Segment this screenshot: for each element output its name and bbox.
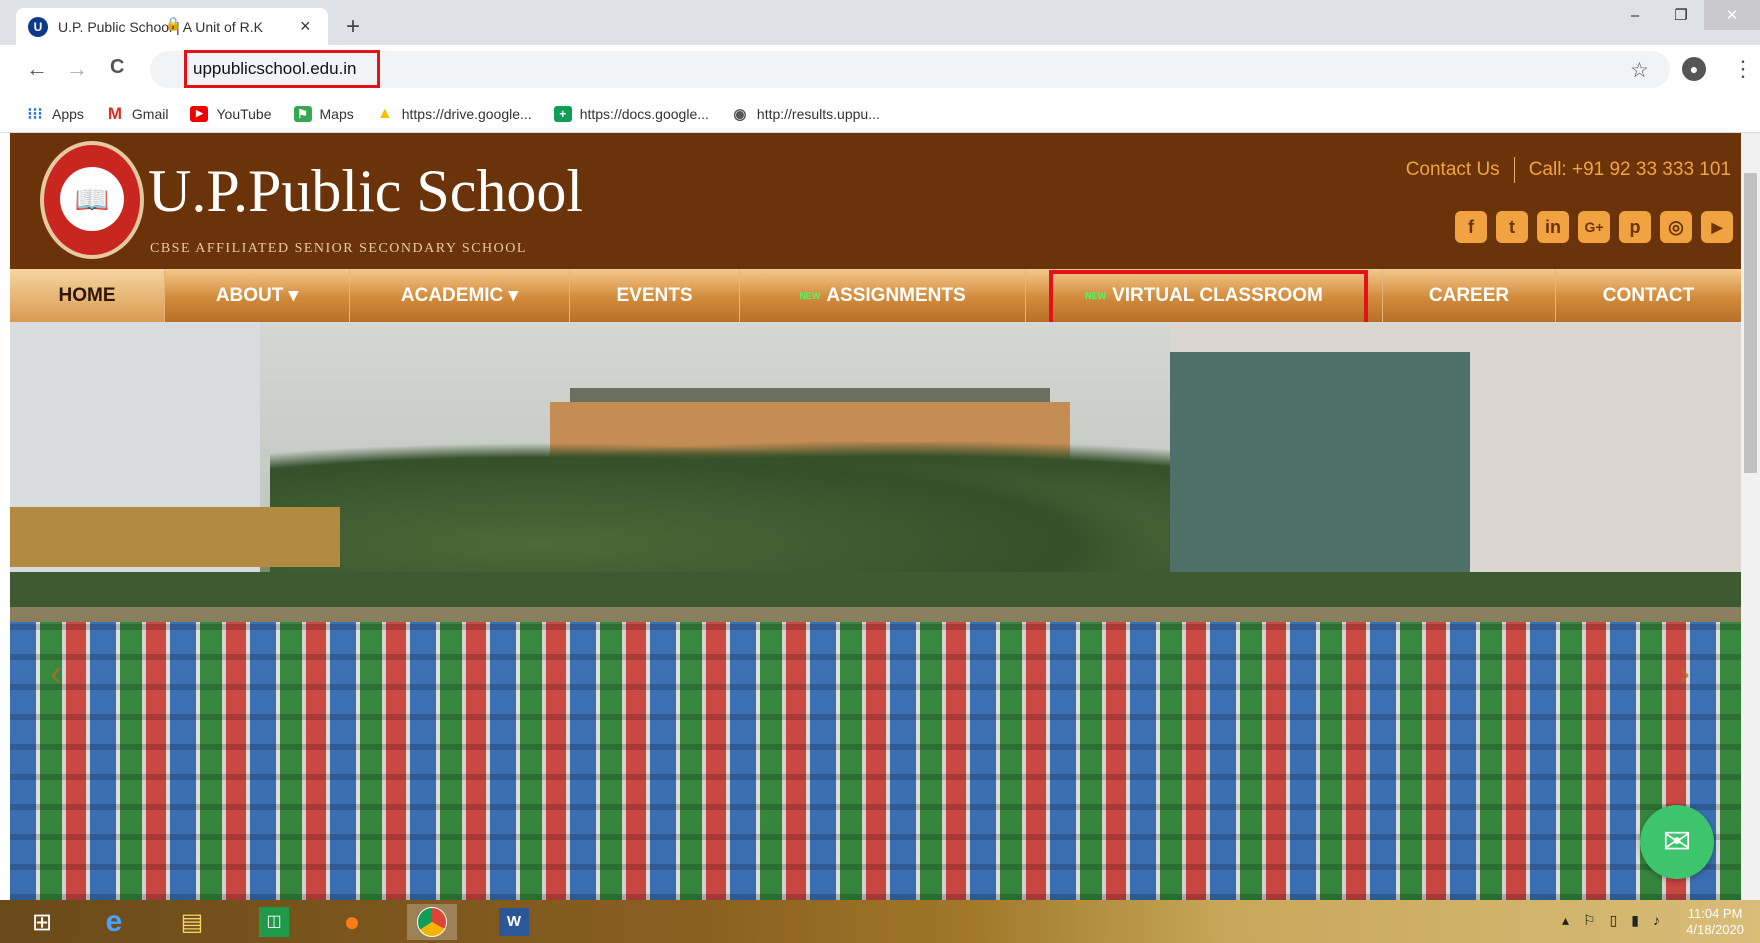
- highlight-box: [1049, 270, 1368, 328]
- page-scrollbar[interactable]: [1741, 133, 1760, 900]
- bookmark-apps[interactable]: ⁝⁝⁝ Apps: [26, 105, 84, 123]
- nav-career[interactable]: CAREER: [1383, 269, 1556, 322]
- twitter-icon[interactable]: t: [1496, 211, 1528, 243]
- firefox-icon[interactable]: ●: [330, 904, 374, 940]
- bookmarks-bar: ⁝⁝⁝ Apps M Gmail ▶ YouTube ⚑ Maps ▲ https://d…: [0, 95, 1760, 133]
- store-icon[interactable]: ◫: [254, 904, 294, 940]
- apps-grid-icon: ⁝⁝⁝: [27, 105, 43, 123]
- window-controls: – ❐ ✕: [1612, 0, 1760, 30]
- nav-events[interactable]: EVENTS: [570, 269, 740, 322]
- maps-icon: ⚑: [293, 105, 312, 122]
- bookmark-youtube[interactable]: ▶ YouTube: [190, 105, 272, 122]
- bookmark-drive[interactable]: ▲ https://drive.google...: [376, 104, 532, 122]
- main-nav: HOME ABOUT ▾ ACADEMIC ▾ EVENTS NEW ASSIGN…: [10, 269, 1741, 322]
- clock-time: 11:04 PM: [1687, 906, 1743, 921]
- forward-button[interactable]: →: [66, 56, 88, 82]
- gmail-icon: M: [107, 103, 122, 123]
- instagram-icon[interactable]: ◎: [1660, 211, 1692, 243]
- bookmark-gmail[interactable]: M Gmail: [106, 103, 169, 123]
- account-icon[interactable]: ●: [1682, 57, 1706, 81]
- drive-icon: ▲: [376, 104, 393, 122]
- linkedin-icon[interactable]: in: [1537, 211, 1569, 243]
- globe-icon: ◉: [733, 105, 747, 123]
- bookmark-label: https://docs.google...: [579, 105, 709, 122]
- clock-date: 4/18/2020: [1686, 922, 1744, 937]
- close-window-button[interactable]: ✕: [1704, 0, 1760, 30]
- url-text[interactable]: uppublicschool.edu.in: [184, 50, 380, 88]
- bookmark-label: Apps: [52, 105, 84, 122]
- reload-button[interactable]: C: [110, 56, 124, 79]
- carousel-prev-icon[interactable]: ‹: [50, 652, 62, 694]
- windows-start-icon[interactable]: ⊞: [22, 904, 62, 940]
- internet-explorer-icon[interactable]: e: [92, 904, 136, 940]
- windows-taskbar: ⊞ e ▤ ◫ ● W ▴ ⚐ ▯ ▮ ♪ 11:04 PM 4/18/2020: [0, 900, 1760, 943]
- youtube-icon: ▶: [190, 105, 209, 122]
- new-tab-button[interactable]: +: [346, 13, 360, 41]
- scrollbar-thumb[interactable]: [1744, 173, 1757, 473]
- system-clock[interactable]: 11:04 PM 4/18/2020: [1686, 906, 1744, 938]
- battery-icon[interactable]: ▯: [1610, 912, 1618, 929]
- word-glyph: W: [499, 908, 529, 936]
- site-tagline: CBSE AFFILIATED SENIOR SECONDARY SCHOOL: [150, 241, 527, 256]
- volume-icon[interactable]: ♪: [1653, 912, 1660, 929]
- browser-tab-strip: U U.P. Public School | A Unit of R.K × +…: [0, 0, 1760, 45]
- nav-assignments[interactable]: NEW ASSIGNMENTS: [740, 269, 1026, 322]
- bookmark-label: Maps: [319, 105, 354, 122]
- new-badge: NEW: [799, 290, 821, 301]
- tray-expand-icon[interactable]: ▴: [1562, 912, 1569, 929]
- tab-close-icon[interactable]: ×: [300, 16, 311, 37]
- bookmark-results[interactable]: ◉ http://results.uppu...: [731, 105, 880, 123]
- restore-button[interactable]: ❐: [1658, 0, 1704, 30]
- hero-carousel: ‹ ›: [10, 322, 1741, 900]
- mail-icon[interactable]: ✉: [1640, 805, 1714, 879]
- site-header: 📖 U.P.Public School CBSE AFFILIATED SENI…: [10, 133, 1741, 269]
- chrome-icon[interactable]: [407, 904, 457, 940]
- nav-contact[interactable]: CONTACT: [1556, 269, 1741, 322]
- bookmark-label: http://results.uppu...: [756, 105, 880, 122]
- bookmark-label: YouTube: [216, 105, 272, 122]
- site-favicon-icon: U: [28, 16, 48, 37]
- school-logo[interactable]: 📖: [40, 141, 144, 259]
- bookmark-maps[interactable]: ⚑ Maps: [293, 105, 354, 122]
- book-icon: 📖: [60, 167, 124, 231]
- bookmark-label: Gmail: [131, 105, 169, 122]
- youtube-icon[interactable]: ▶: [1701, 211, 1733, 243]
- system-tray: ▴ ⚐ ▯ ▮ ♪: [1562, 912, 1660, 929]
- word-icon[interactable]: W: [494, 904, 534, 940]
- site-title[interactable]: U.P.Public School: [148, 157, 583, 226]
- pinterest-icon[interactable]: p: [1619, 211, 1651, 243]
- school-bus: [10, 507, 340, 567]
- social-links: f t in G+ p ◎ ▶: [1446, 211, 1733, 243]
- network-error-icon[interactable]: ⚐: [1583, 912, 1596, 929]
- nav-label: ASSIGNMENTS: [826, 284, 966, 306]
- facebook-icon[interactable]: f: [1455, 211, 1487, 243]
- signal-icon[interactable]: ▮: [1631, 912, 1639, 929]
- hedge: [10, 572, 1741, 612]
- back-button[interactable]: ←: [26, 56, 48, 82]
- divider: [1513, 157, 1515, 183]
- file-explorer-icon[interactable]: ▤: [170, 904, 214, 940]
- phone-number: Call: +91 92 33 333 101: [1528, 159, 1731, 180]
- students-crowd-rows: [10, 622, 1741, 900]
- nav-about[interactable]: ABOUT ▾: [165, 269, 350, 322]
- lock-icon: 🔒: [165, 16, 182, 31]
- chrome-glyph: [417, 907, 447, 937]
- contact-us-link[interactable]: Contact Us: [1406, 159, 1500, 181]
- google-plus-icon[interactable]: G+: [1578, 211, 1610, 243]
- docs-icon: +: [553, 105, 572, 122]
- menu-kebab-icon[interactable]: ⋮: [1732, 56, 1754, 82]
- bookmark-label: https://drive.google...: [401, 105, 532, 122]
- carousel-next-icon[interactable]: ›: [1678, 652, 1690, 694]
- minimize-button[interactable]: –: [1612, 0, 1658, 30]
- bookmark-docs[interactable]: + https://docs.google...: [553, 105, 709, 122]
- store-glyph: ◫: [259, 907, 289, 937]
- bookmark-star-icon[interactable]: ☆: [1630, 58, 1649, 83]
- nav-academic[interactable]: ACADEMIC ▾: [350, 269, 570, 322]
- nav-home[interactable]: HOME: [10, 269, 165, 322]
- contact-info: Contact Us Call: +91 92 33 333 101: [1406, 157, 1731, 183]
